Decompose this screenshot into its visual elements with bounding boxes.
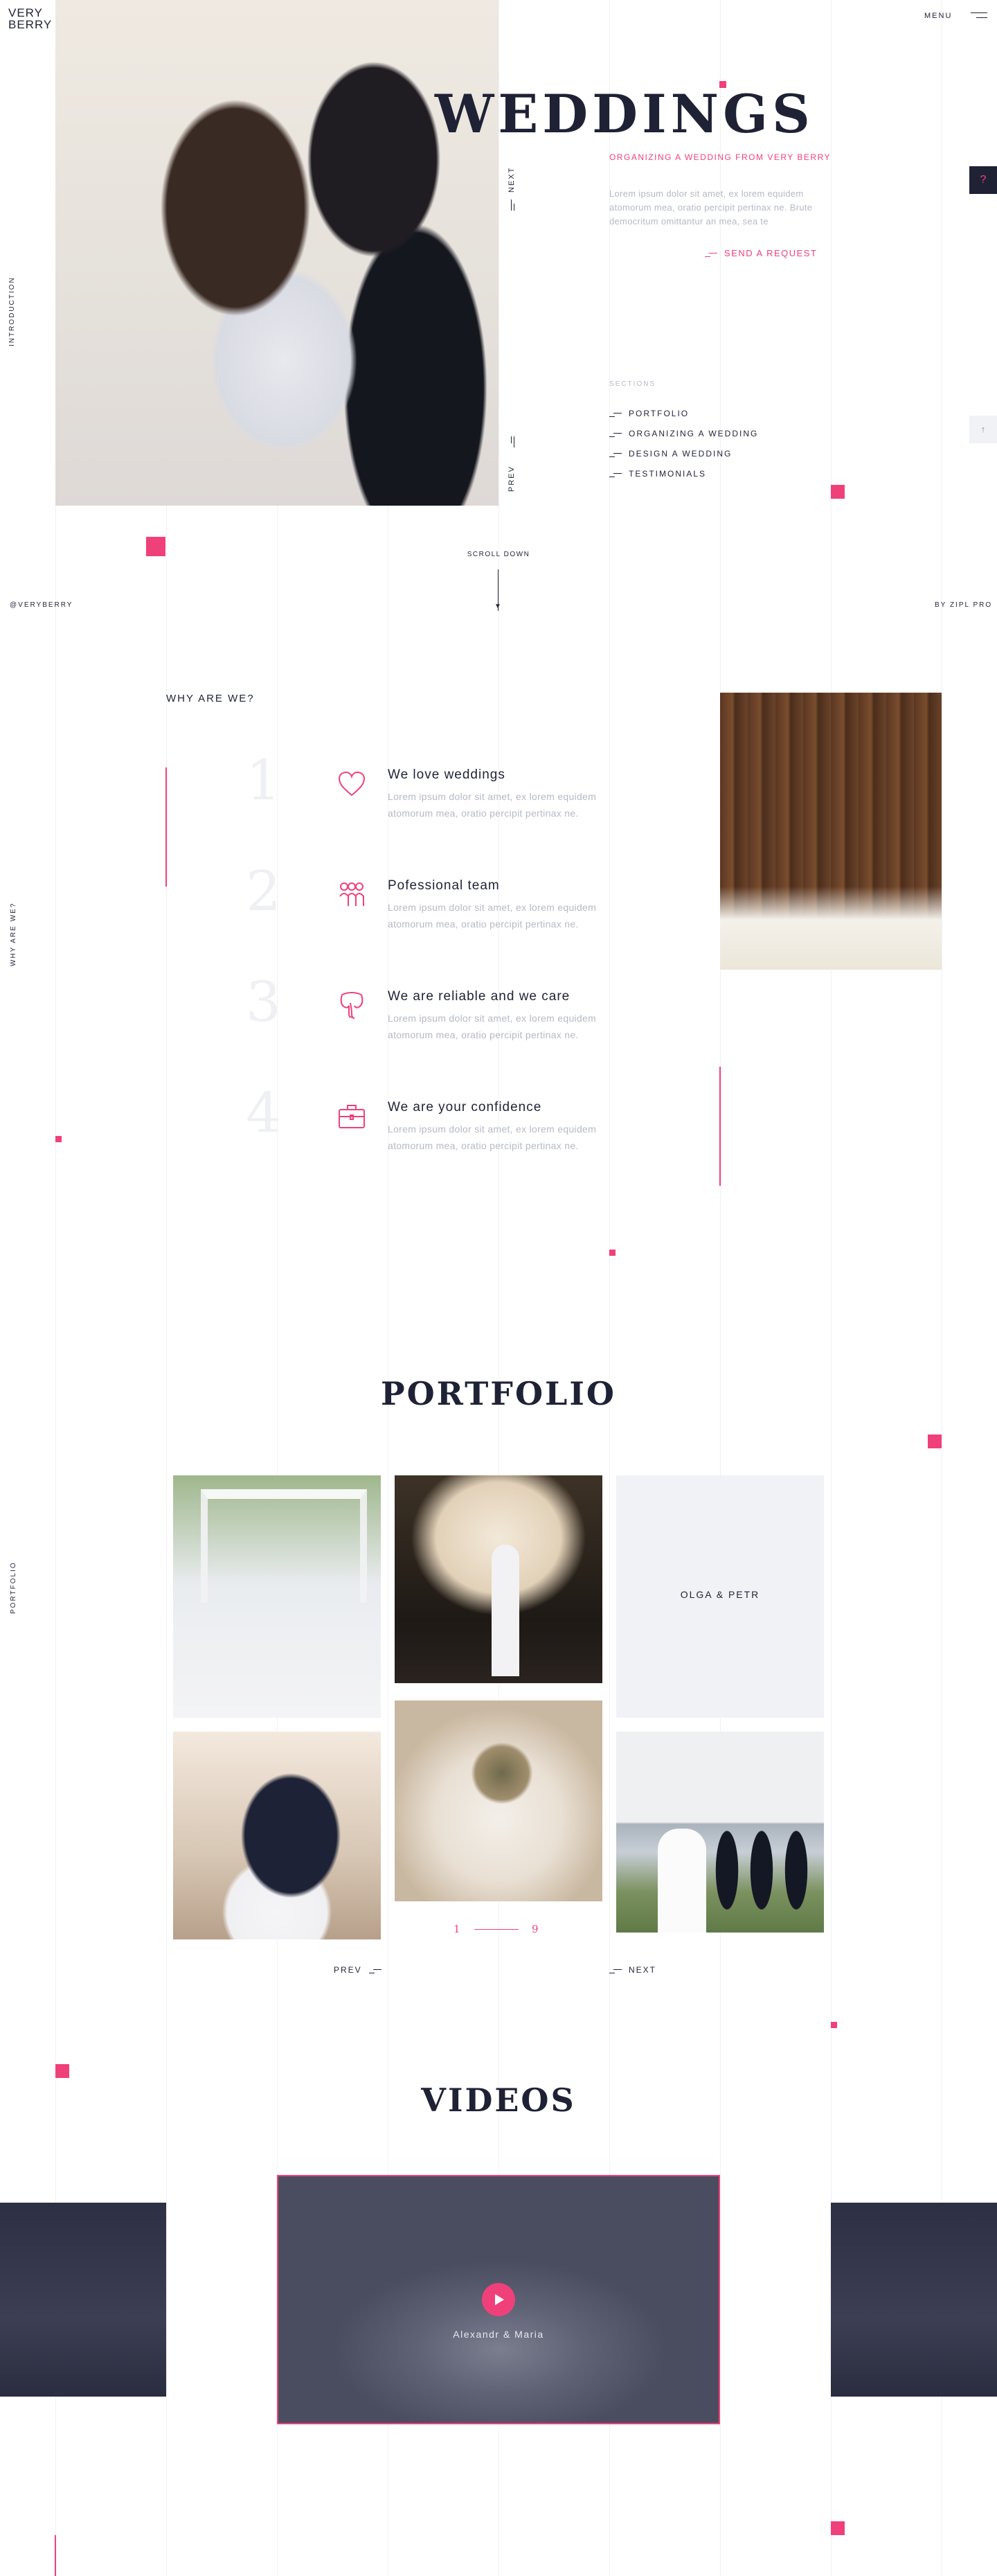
decor-photo <box>720 693 942 970</box>
item-number: 1 <box>246 748 281 812</box>
accent-square <box>55 2064 69 2078</box>
next-dash <box>511 199 512 211</box>
side-label-why: WHY ARE WE? <box>10 902 17 966</box>
section-link-testimonials[interactable]: TESTIMONIALS <box>609 469 706 479</box>
send-request-button[interactable]: SEND A REQUEST <box>705 248 817 258</box>
hero-text: Lorem ipsum dolor sit amet, ex lorem equ… <box>609 188 813 226</box>
scroll-down-label[interactable]: SCROLL DOWN <box>457 551 540 558</box>
hero-next-button[interactable]: NEXT <box>508 167 516 193</box>
pager-current: 1 <box>453 1923 460 1935</box>
prev-dash <box>511 436 512 443</box>
hero-prev-button[interactable]: PREV <box>508 465 516 492</box>
menu-label[interactable]: MENU <box>924 12 952 20</box>
item-title: We are reliable and we care <box>388 989 571 1004</box>
section-heading-videos: VIDEOS <box>421 2081 576 2119</box>
dash-icon <box>609 411 622 418</box>
accent-square <box>146 537 165 556</box>
sections-label: SECTIONS <box>609 380 656 388</box>
section-link-label: TESTIMONIALS <box>629 469 707 479</box>
item-number: 2 <box>246 859 281 923</box>
grid-line <box>720 0 721 2576</box>
video-player[interactable]: Alexandr & Maria <box>277 2175 720 2424</box>
hero-photo <box>55 0 498 506</box>
credit-label[interactable]: BY ZIPL PRO <box>935 601 992 609</box>
send-request-label: SEND A REQUEST <box>724 248 818 258</box>
dash-icon <box>609 471 622 478</box>
accent-square <box>609 1250 616 1256</box>
elephant-icon <box>336 991 367 1021</box>
portfolio-next-button[interactable]: NEXT <box>609 1965 656 1975</box>
accent-line <box>165 767 167 887</box>
portfolio-photo[interactable] <box>173 1475 381 1718</box>
side-label-portfolio: PORTFOLIO <box>10 1561 17 1614</box>
dash-icon <box>705 251 717 258</box>
section-heading-portfolio: PORTFOLIO <box>381 1375 616 1412</box>
section-link-label: PORTFOLIO <box>629 409 690 418</box>
item-text: Lorem ipsum dolor sit amet, ex lorem equ… <box>388 902 597 930</box>
video-caption: Alexandr & Maria <box>453 2329 544 2340</box>
section-link-organizing[interactable]: ORGANIZING A WEDDING <box>609 429 758 438</box>
accent-square <box>831 2022 837 2028</box>
heart-icon <box>336 769 367 799</box>
item-text: Lorem ipsum dolor sit amet, ex lorem equ… <box>388 1123 597 1151</box>
section-link-label: ORGANIZING A WEDDING <box>629 429 759 438</box>
portfolio-photo[interactable] <box>395 1475 602 1683</box>
prev-label: PREV <box>334 1965 362 1975</box>
play-button[interactable] <box>482 2283 515 2316</box>
item-title: Pofessional team <box>388 878 500 893</box>
accent-square <box>928 1434 942 1448</box>
accent-square <box>55 1136 62 1142</box>
dash-icon <box>609 431 622 438</box>
arrow-down-icon: ▼ <box>494 603 501 610</box>
portfolio-photo[interactable] <box>616 1732 824 1933</box>
page-title: WEDDINGS <box>435 83 814 145</box>
item-text: Lorem ipsum dolor sit amet, ex lorem equ… <box>388 791 597 819</box>
item-number: 3 <box>246 970 281 1034</box>
item-number: 4 <box>246 1081 281 1145</box>
portfolio-featured-card[interactable]: OLGA & PETR <box>616 1475 824 1718</box>
team-icon <box>336 880 367 910</box>
accent-square <box>831 2521 845 2535</box>
accent-line <box>719 1067 721 1186</box>
pager-line <box>474 1929 519 1930</box>
menu-icon[interactable] <box>971 11 987 19</box>
play-icon <box>495 2294 504 2305</box>
item-title: We love weddings <box>388 767 505 782</box>
social-handle[interactable]: @VERYBERRY <box>10 601 73 609</box>
dash-icon <box>368 1967 381 1974</box>
accent-line <box>55 2535 56 2576</box>
brand-logo[interactable]: VERY BERRY <box>8 7 51 30</box>
portfolio-prev-button[interactable]: PREV <box>334 1965 381 1975</box>
dash-icon <box>609 451 622 458</box>
hero-subtitle: ORGANIZING A WEDDING FROM VERY BERRY <box>609 152 832 162</box>
item-title: We are your confidence <box>388 1100 542 1114</box>
briefcase-icon <box>336 1101 367 1132</box>
next-label: NEXT <box>629 1965 657 1975</box>
portfolio-photo[interactable] <box>395 1700 602 1901</box>
pager-total: 9 <box>532 1923 539 1935</box>
section-link-design[interactable]: DESIGN A WEDDING <box>609 449 732 459</box>
featured-label: OLGA & PETR <box>680 1589 760 1600</box>
portfolio-photo[interactable] <box>173 1732 381 1939</box>
dash-icon <box>609 1967 622 1974</box>
video-thumb-prev[interactable] <box>0 2203 166 2397</box>
section-link-portfolio[interactable]: PORTFOLIO <box>609 409 689 418</box>
side-label-introduction: INTRODUCTION <box>8 276 16 346</box>
section-link-label: DESIGN A WEDDING <box>629 449 733 459</box>
scroll-top-button[interactable]: ↑ <box>969 416 997 443</box>
grid-line <box>831 0 832 2576</box>
section-heading-why: WHY ARE WE? <box>166 693 255 704</box>
video-thumb-next[interactable] <box>831 2203 997 2397</box>
item-text: Lorem ipsum dolor sit amet, ex lorem equ… <box>388 1013 597 1040</box>
help-button[interactable]: ? <box>969 166 997 194</box>
accent-square <box>831 485 845 499</box>
